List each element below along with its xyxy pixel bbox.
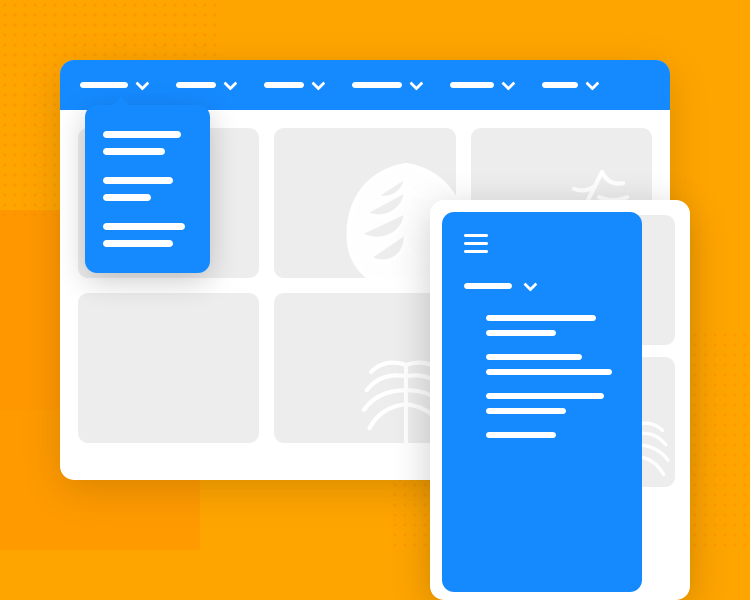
chevron-down-icon: [585, 77, 599, 91]
text-placeholder: [103, 131, 181, 138]
text-placeholder: [103, 177, 173, 184]
hamburger-icon[interactable]: [464, 234, 620, 253]
text-placeholder: [103, 240, 173, 247]
content-card[interactable]: [274, 293, 455, 443]
chevron-down-icon: [501, 77, 515, 91]
nav-label-placeholder: [80, 82, 128, 88]
nav-label-placeholder: [176, 82, 216, 88]
dropdown-item[interactable]: [103, 223, 192, 247]
chevron-down-icon: [523, 278, 537, 292]
nav-item[interactable]: [176, 80, 234, 90]
nav-item[interactable]: [542, 80, 596, 90]
mobile-submenu: [464, 315, 620, 438]
text-placeholder: [103, 148, 165, 155]
text-placeholder: [486, 330, 556, 336]
text-placeholder: [486, 369, 612, 375]
nav-label-placeholder: [464, 283, 512, 289]
desktop-navbar: [60, 60, 670, 110]
mobile-menu-panel[interactable]: [442, 212, 642, 592]
content-card[interactable]: [78, 293, 259, 443]
nav-label-placeholder: [264, 82, 304, 88]
chevron-down-icon: [311, 77, 325, 91]
text-placeholder: [486, 354, 582, 360]
submenu-item[interactable]: [486, 432, 620, 438]
nav-item[interactable]: [80, 80, 146, 90]
nav-label-placeholder: [450, 82, 494, 88]
mobile-nav-item[interactable]: [464, 281, 620, 291]
nav-label-placeholder: [542, 82, 578, 88]
chevron-down-icon: [223, 77, 237, 91]
chevron-down-icon: [135, 77, 149, 91]
submenu-item[interactable]: [486, 315, 620, 336]
chevron-down-icon: [409, 77, 423, 91]
text-placeholder: [486, 315, 596, 321]
submenu-item[interactable]: [486, 393, 620, 414]
submenu-item[interactable]: [486, 354, 620, 375]
text-placeholder: [103, 194, 151, 201]
text-placeholder: [103, 223, 185, 230]
nav-item[interactable]: [450, 80, 512, 90]
content-card[interactable]: [274, 128, 455, 278]
text-placeholder: [486, 432, 556, 438]
dropdown-menu[interactable]: [85, 105, 210, 273]
text-placeholder: [486, 408, 566, 414]
mobile-window: [430, 200, 690, 600]
text-placeholder: [486, 393, 604, 399]
dropdown-item[interactable]: [103, 131, 192, 155]
dropdown-item[interactable]: [103, 177, 192, 201]
nav-item[interactable]: [264, 80, 322, 90]
nav-label-placeholder: [352, 82, 402, 88]
nav-item[interactable]: [352, 80, 420, 90]
